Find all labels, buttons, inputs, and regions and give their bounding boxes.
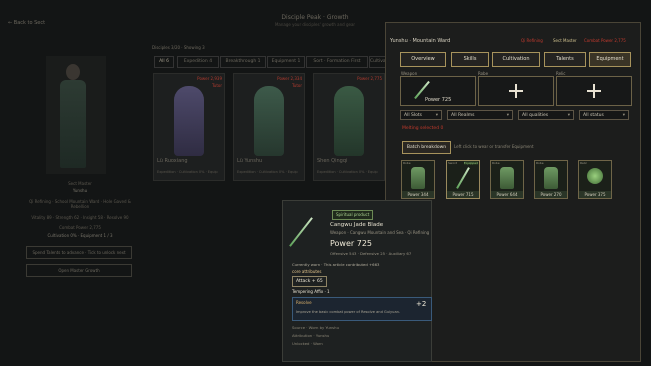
unlocked-line: Unlocked · Worn: [292, 341, 323, 346]
weapon-slot[interactable]: Power 725: [400, 76, 476, 106]
batch-breakdown-button[interactable]: Batch breakdown: [402, 141, 451, 154]
card-name: Lü Yunshu: [237, 158, 263, 164]
inventory-item[interactable]: Robe Power 270: [534, 160, 568, 199]
realm-filter[interactable]: All Realms ▾: [447, 110, 513, 120]
item-name: Cangwu Jade Blade: [330, 222, 384, 228]
disciple-card[interactable]: Power 2,334 Tutor Lü Yunshu Expedition ·…: [233, 73, 305, 181]
equipped-badge: Equipped: [463, 161, 478, 165]
currently-worn: Currently worn · This article contribute…: [292, 262, 380, 267]
cultivation-status: Cultivation 0% · Equipment 1 / 3: [47, 233, 113, 238]
slot-filter[interactable]: All Slots ▾: [400, 110, 442, 120]
card-power: Power 2,775: [357, 76, 382, 81]
item-meta: Weapon · Cangwu Mountain and Sea · Qi Re…: [330, 230, 430, 235]
power-badge: Combat Power 2,775: [584, 38, 626, 43]
page-title: Disciple Peak · Growth: [281, 14, 349, 21]
sword-icon: [456, 167, 470, 189]
affix-box: [292, 297, 432, 321]
list-info: Disciples 3/20 · Showing 3: [152, 45, 205, 50]
card-power: Power 2,939: [197, 76, 222, 81]
chevron-down-icon: ▾: [567, 113, 570, 118]
attribution-line: Attribution · Yunshu: [292, 333, 330, 338]
disciple-name: Yunshu: [72, 188, 88, 193]
robe-icon: [544, 167, 558, 189]
robe-icon: [411, 167, 425, 189]
tab-talents[interactable]: Talents: [544, 52, 586, 67]
tab-equipment-panel[interactable]: Equipment: [589, 52, 631, 67]
card-line: Expedition · Cultivation 0% · Equip: [157, 170, 218, 174]
role-badge: Sect Master: [553, 38, 577, 43]
sort-select[interactable]: Sort · Formation First: [306, 56, 368, 68]
panel-header-name: Yunshu · Mountain Ward: [390, 38, 451, 44]
disciple-card[interactable]: Power 2,775 Shen Qingqi Expedition · Cul…: [313, 73, 385, 181]
card-status: Tutor: [211, 83, 222, 88]
affix-description: Improve the basic combat power of Resolv…: [296, 310, 401, 314]
card-power: Power 2,334: [277, 76, 302, 81]
item-stats: Offensive 543 · Defensive 25 · Auxiliary…: [330, 251, 412, 256]
tab-cultivation-panel[interactable]: Cultivation: [492, 52, 540, 67]
spend-talents-button[interactable]: Spend Talents to advance · Tick to unloc…: [26, 246, 132, 259]
inventory-item[interactable]: Robe Power 644: [490, 160, 524, 199]
tab-all[interactable]: All 6: [154, 56, 174, 68]
rank-label: Sect Master: [68, 181, 92, 186]
core-attributes-label: core attributes: [292, 269, 322, 274]
inventory-item[interactable]: Relic Power 375: [578, 160, 612, 199]
back-link[interactable]: ← Back to Sect: [8, 20, 45, 26]
melting-selected: Melting selected 0: [402, 126, 444, 131]
back-arrow-icon: ←: [8, 20, 13, 26]
info-line-2: Vitality 89 · Strength 62 · Insight 58 ·…: [31, 215, 129, 220]
card-line: Expedition · Cultivation 0% · Equip: [317, 170, 378, 174]
relic-icon: [587, 168, 603, 184]
card-line: Expedition · Cultivation 0% · Equip: [237, 170, 298, 174]
source-line: Source · Worn by Yunshu: [292, 325, 339, 330]
card-figure: [174, 86, 204, 156]
chevron-down-icon: ▾: [622, 113, 625, 118]
item-power: Power 725: [330, 239, 372, 248]
tab-breakthrough[interactable]: Breakthrough 1: [220, 56, 266, 68]
relic-slot[interactable]: [556, 76, 632, 106]
card-name: Shen Qingqi: [317, 158, 348, 164]
info-line-3: Combat Power 2,775: [59, 225, 101, 230]
card-figure: [254, 86, 284, 156]
portrait-head: [66, 64, 80, 80]
card-status: Tutor: [291, 83, 302, 88]
tab-equipment[interactable]: Equipment 1: [267, 56, 305, 68]
weapon-slot-power: Power 725: [425, 97, 452, 103]
batch-hint: Left click to wear or transfer Equipment: [454, 144, 534, 149]
tab-overview[interactable]: Overview: [400, 52, 446, 67]
quality-filter[interactable]: All qualities ▾: [518, 110, 574, 120]
affix-value: +2: [416, 300, 427, 308]
tab-expedition[interactable]: Expedition 4: [177, 56, 219, 68]
inventory-item[interactable]: Sword Equipped Power 715: [446, 160, 480, 199]
info-line-1: Qi Refining · School Mountain Ward · Hol…: [29, 199, 131, 209]
robe-slot[interactable]: [478, 76, 554, 106]
inventory-item[interactable]: Robe Power 344: [401, 160, 435, 199]
card-name: Lü Ruoxiang: [157, 158, 188, 164]
quality-chip: Spiritual product: [332, 210, 374, 220]
disciple-card[interactable]: Power 2,939 Tutor Lü Ruoxiang Expedition…: [153, 73, 225, 181]
chevron-down-icon: ▾: [435, 113, 438, 118]
open-master-growth-button[interactable]: Open Master Growth: [26, 264, 132, 277]
card-figure: [334, 86, 364, 156]
realm-badge: Qi Refining: [521, 38, 543, 43]
attack-stat: Attack + 65: [292, 276, 327, 287]
affix-title: Resolve: [296, 300, 312, 305]
tempering-affix: Tempering Affix · 1: [292, 289, 330, 294]
portrait-body: [60, 80, 86, 168]
robe-icon: [500, 167, 514, 189]
status-filter[interactable]: All status ▾: [579, 110, 629, 120]
chevron-down-icon: ▾: [506, 113, 509, 118]
tab-skills[interactable]: Skills: [451, 52, 489, 67]
